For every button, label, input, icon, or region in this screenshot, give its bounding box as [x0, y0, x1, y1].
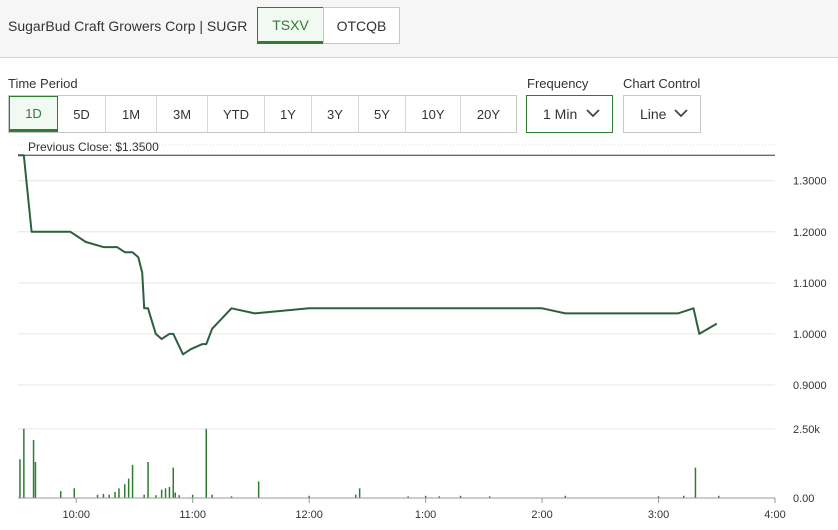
x-tick-label: 11:00 — [179, 509, 206, 521]
period-button-20y[interactable]: 20Y — [461, 96, 516, 132]
volume-bar — [60, 491, 62, 498]
volume-bar — [19, 459, 21, 498]
period-button-3m[interactable]: 3M — [157, 96, 208, 132]
volume-bar — [205, 428, 207, 498]
period-button-5d[interactable]: 5D — [58, 96, 106, 132]
volume-tick-label: 2.50k — [793, 424, 820, 436]
period-button-1m[interactable]: 1M — [106, 96, 157, 132]
x-tick-label: 3:00 — [648, 509, 669, 521]
volume-bar — [160, 489, 163, 498]
frequency-label: Frequency — [527, 76, 589, 91]
volume-bar — [73, 488, 75, 498]
x-tick-label: 4:00 — [764, 509, 785, 521]
x-tick-label: 1:00 — [415, 509, 436, 521]
price-tick-label: 1.2000 — [793, 227, 827, 239]
company-title: SugarBud Craft Growers Corp | SUGR — [8, 18, 248, 34]
price-tick-label: 1.3000 — [793, 176, 827, 188]
previous-close-label: Previous Close: $1.3500 — [28, 140, 159, 154]
volume-bar — [358, 488, 361, 498]
x-tick-label: 12:00 — [295, 509, 323, 521]
volume-bar — [172, 467, 174, 498]
price-tick-label: 1.1000 — [793, 278, 827, 290]
exchange-tab-otcqb[interactable]: OTCQB — [323, 7, 400, 44]
volume-tick-label: 0.00 — [793, 493, 814, 505]
chart-control-value: Line — [640, 106, 667, 122]
price-tick-label: 0.9000 — [793, 380, 827, 392]
volume-bar — [102, 493, 105, 498]
top-bar: SugarBud Craft Growers Corp | SUGR TSXV … — [0, 0, 838, 58]
volume-bar — [174, 492, 176, 498]
x-tick-label: 10:00 — [62, 509, 90, 521]
volume-bar — [124, 484, 126, 498]
volume-bar — [147, 462, 149, 498]
chart-control-label: Chart Control — [623, 76, 701, 91]
period-button-10y[interactable]: 10Y — [406, 96, 461, 132]
frequency-dropdown[interactable]: 1 Min — [526, 95, 613, 133]
price-volume-chart: 1.3000 1.2000 1.1000 1.0000 0.9000 Previous C… — [18, 140, 827, 521]
volume-bar — [131, 464, 134, 498]
chevron-down-icon — [586, 109, 600, 118]
chevron-down-icon — [674, 109, 688, 118]
volume-bar — [23, 428, 25, 498]
period-button-ytd[interactable]: YTD — [208, 96, 265, 132]
frequency-value: 1 Min — [543, 106, 578, 122]
period-button-5y[interactable]: 5Y — [359, 96, 406, 132]
price-tick-label: 1.0000 — [793, 329, 827, 341]
price-line — [18, 154, 718, 356]
period-button-1y[interactable]: 1Y — [265, 96, 312, 132]
volume-bar — [168, 486, 171, 498]
time-period-selector: 1D 5D 1M 3M YTD 1Y 3Y 5Y 10Y 20Y — [8, 95, 517, 133]
x-tick-label: 2:00 — [531, 509, 552, 521]
volume-bar — [257, 481, 260, 498]
volume-bar — [127, 478, 130, 498]
volume-bar — [32, 439, 35, 498]
time-period-label: Time Period — [8, 76, 78, 91]
volume-bar — [114, 491, 116, 498]
volume-bar — [164, 488, 167, 498]
volume-bar — [694, 467, 697, 498]
volume-bar — [118, 488, 120, 498]
exchange-tab-tsxv[interactable]: TSXV — [257, 7, 324, 44]
volume-bar — [34, 462, 37, 498]
period-button-1d[interactable]: 1D — [9, 96, 58, 132]
period-button-3y[interactable]: 3Y — [312, 96, 359, 132]
chart-control-dropdown[interactable]: Line — [623, 95, 701, 133]
